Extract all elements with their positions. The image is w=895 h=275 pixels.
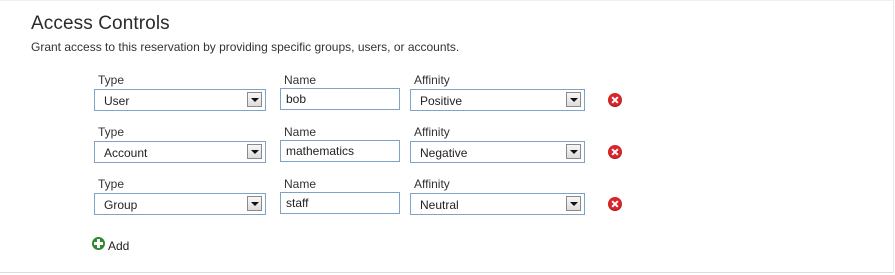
chevron-down-icon[interactable] bbox=[566, 196, 581, 211]
affinity-label: Affinity bbox=[414, 177, 450, 191]
type-select[interactable]: Group bbox=[94, 193, 266, 215]
access-controls-panel: Access Controls Grant access to this res… bbox=[0, 0, 894, 273]
affinity-select-value: Negative bbox=[420, 146, 468, 160]
name-input-value: staff bbox=[286, 196, 309, 210]
type-label: Type bbox=[98, 177, 125, 191]
remove-icon[interactable] bbox=[608, 197, 622, 211]
name-input[interactable]: staff bbox=[280, 192, 400, 214]
affinity-select[interactable]: Neutral bbox=[410, 193, 585, 215]
type-select-value: Group bbox=[104, 198, 138, 212]
affinity-label: Affinity bbox=[414, 125, 450, 139]
name-input-value: bob bbox=[286, 92, 307, 106]
remove-icon[interactable] bbox=[608, 93, 622, 107]
type-select[interactable]: User bbox=[94, 89, 266, 111]
type-label: Type bbox=[98, 125, 125, 139]
affinity-select-value: Neutral bbox=[420, 198, 459, 212]
name-input-value: mathematics bbox=[286, 144, 355, 158]
add-icon[interactable] bbox=[92, 237, 105, 250]
type-select[interactable]: Account bbox=[94, 141, 266, 163]
type-select-value: Account bbox=[104, 146, 148, 160]
affinity-select[interactable]: Positive bbox=[410, 89, 585, 111]
section-title: Access Controls bbox=[31, 13, 170, 34]
access-row: Type Name Affinity Account mathematics N… bbox=[0, 125, 895, 177]
access-row: Type Name Affinity User bob Positive bbox=[0, 73, 895, 125]
affinity-label: Affinity bbox=[414, 73, 450, 87]
remove-icon[interactable] bbox=[608, 145, 622, 159]
access-row: Type Name Affinity Group staff Neutral bbox=[0, 177, 895, 229]
add-label[interactable]: Add bbox=[108, 239, 129, 253]
name-input[interactable]: mathematics bbox=[280, 140, 400, 162]
type-select-value: User bbox=[104, 94, 130, 108]
name-label: Name bbox=[284, 125, 317, 139]
name-label: Name bbox=[284, 73, 317, 87]
chevron-down-icon[interactable] bbox=[247, 196, 262, 211]
type-label: Type bbox=[98, 73, 125, 87]
affinity-select-value: Positive bbox=[420, 94, 463, 108]
chevron-down-icon[interactable] bbox=[247, 92, 262, 107]
name-input[interactable]: bob bbox=[280, 88, 400, 110]
chevron-down-icon[interactable] bbox=[566, 144, 581, 159]
name-label: Name bbox=[284, 177, 317, 191]
affinity-select[interactable]: Negative bbox=[410, 141, 585, 163]
chevron-down-icon[interactable] bbox=[247, 144, 262, 159]
section-subtitle: Grant access to this reservation by prov… bbox=[31, 40, 460, 54]
chevron-down-icon[interactable] bbox=[566, 92, 581, 107]
